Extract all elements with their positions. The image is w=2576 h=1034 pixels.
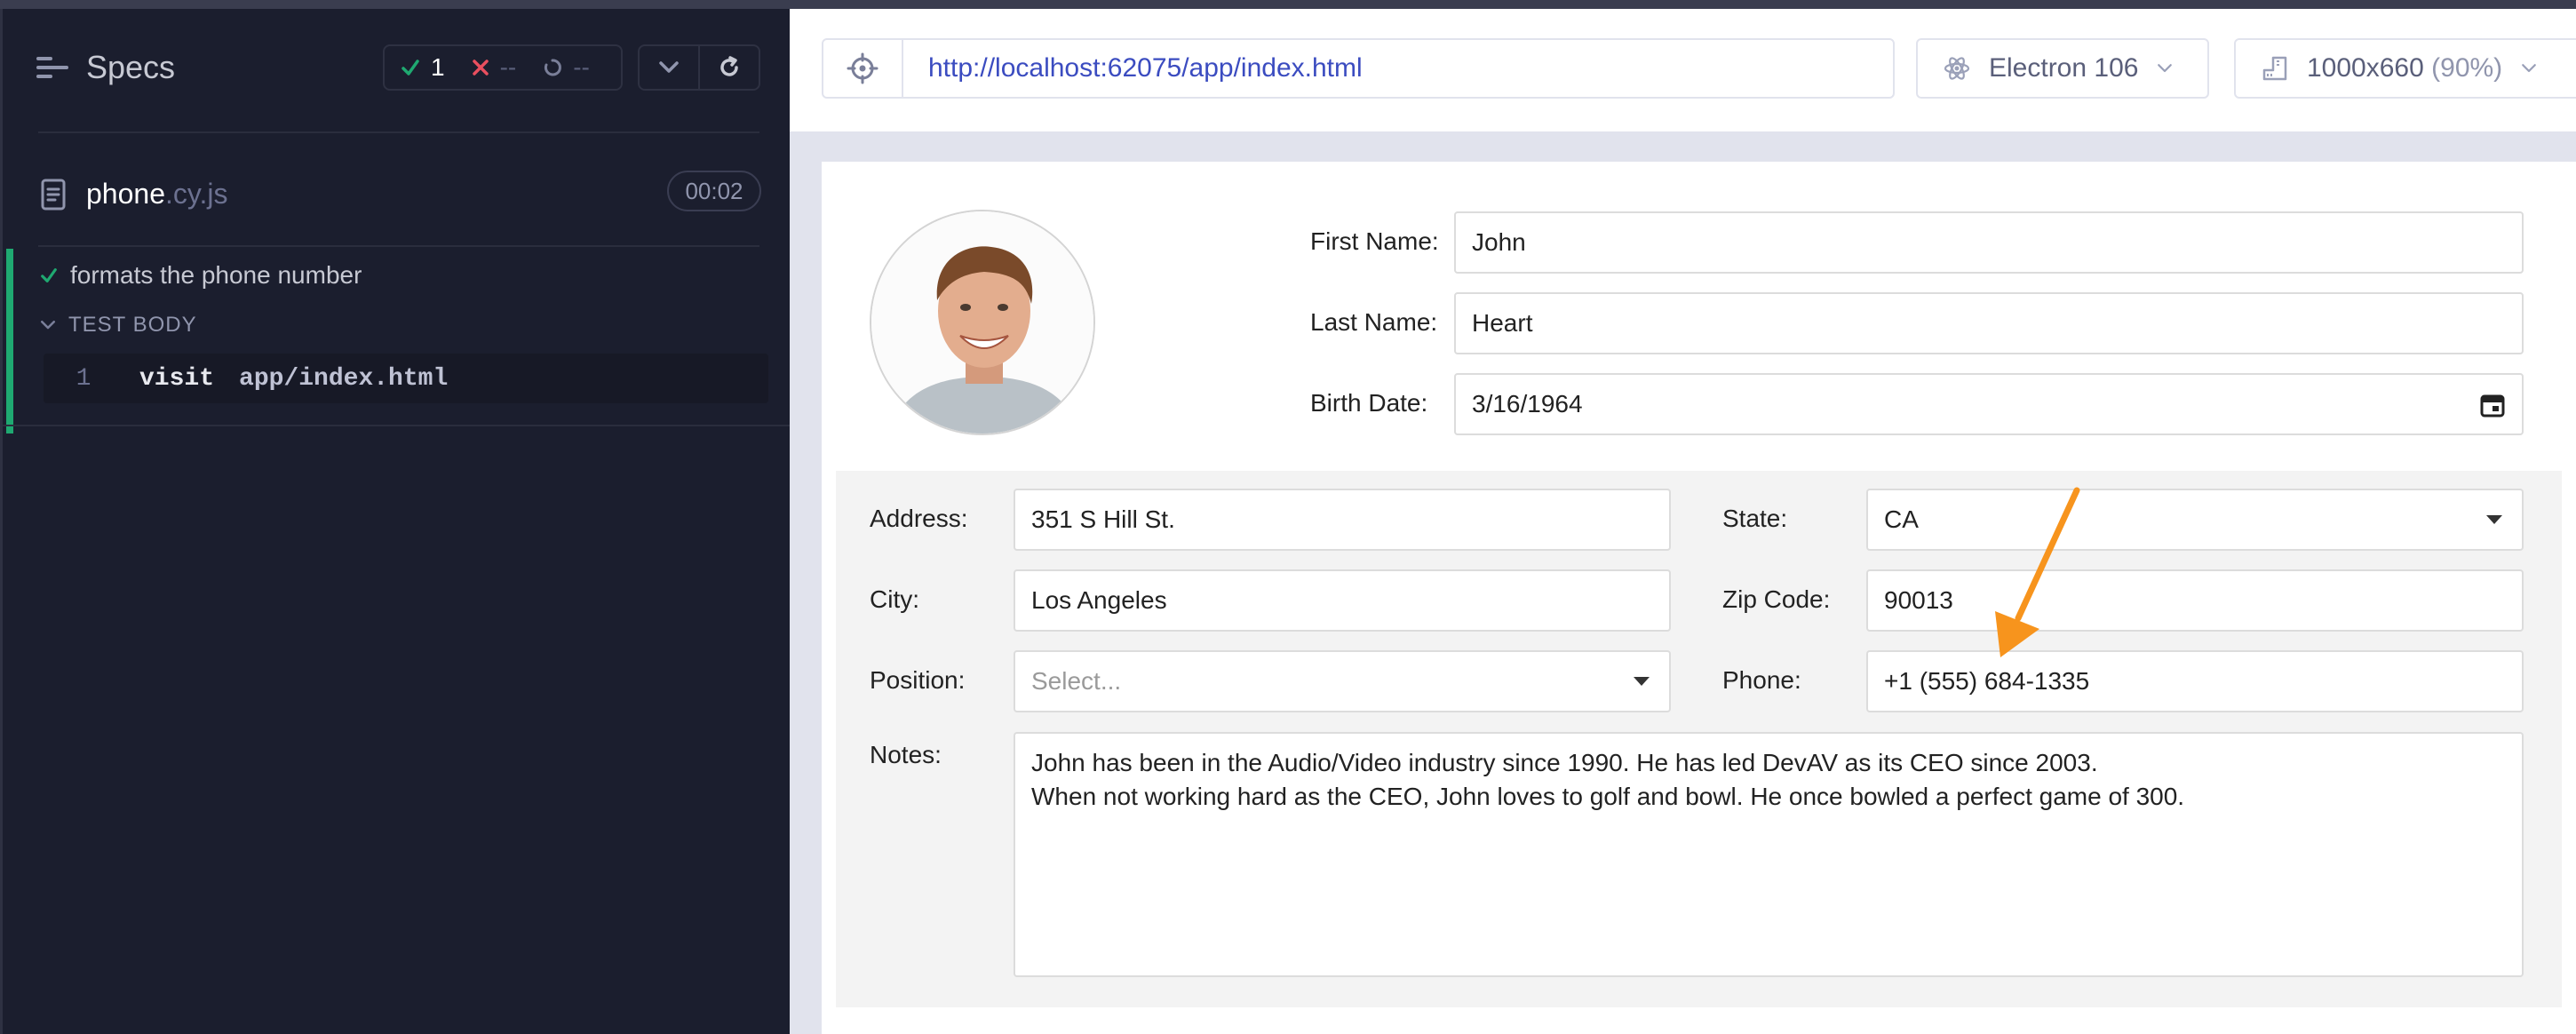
first-name-input[interactable]: John [1454, 211, 2524, 274]
selector-playground-button[interactable] [823, 40, 903, 97]
chevron-down-icon [2522, 64, 2537, 73]
app-under-test-panel: http://localhost:62075/app/index.html El… [790, 9, 2576, 1034]
failed-count: -- [499, 53, 517, 81]
divider [38, 245, 759, 247]
state-select[interactable]: CA [1866, 489, 2524, 551]
ruler-icon [2262, 56, 2287, 81]
state-value: CA [1884, 505, 1919, 533]
test-item[interactable]: formats the phone number TEST BODY 1 vis… [6, 249, 792, 433]
aut-header: http://localhost:62075/app/index.html El… [790, 9, 2576, 131]
first-name-label: First Name: [1310, 227, 1439, 255]
city-input[interactable]: Los Angeles [1014, 569, 1671, 632]
reporter-header: Specs 1 -- -- [3, 9, 792, 133]
dropdown-caret-icon [2486, 515, 2502, 524]
state-label: State: [1722, 505, 1788, 532]
notes-textarea[interactable]: John has been in the Audio/Video industr… [1014, 732, 2524, 977]
command-name: visit [139, 364, 215, 393]
employee-photo [870, 210, 1095, 435]
window-top-bar [0, 0, 2576, 9]
birth-date-label: Birth Date: [1310, 389, 1428, 417]
reporter-controls [638, 44, 760, 91]
address-section: Address: 351 S Hill St. State: CA City: … [836, 471, 2562, 1007]
phone-input[interactable]: +1 (555) 684-1335 [1866, 650, 2524, 712]
check-icon [41, 268, 57, 282]
cypress-reporter: Specs 1 -- -- phone.cy.js 00:02 formats … [0, 9, 792, 1034]
last-name-input[interactable]: Heart [1454, 292, 2524, 354]
position-select[interactable]: Select... [1014, 650, 1671, 712]
address-label: Address: [870, 505, 968, 532]
check-icon [402, 60, 419, 76]
birth-date-value: 3/16/1964 [1472, 390, 1583, 418]
pending-stat: -- [543, 53, 590, 82]
viewport-size: 1000x660 [2307, 53, 2424, 83]
passed-stat: 1 [401, 53, 445, 82]
chevron-down-icon [659, 61, 679, 73]
test-title: formats the phone number [70, 261, 362, 289]
viewport-scale: (90%) [2431, 53, 2503, 83]
birth-date-input[interactable]: 3/16/1964 [1454, 373, 2524, 435]
calendar-icon[interactable] [2479, 392, 2506, 418]
spec-extension: .cy.js [164, 178, 228, 210]
position-label: Position: [870, 666, 966, 694]
phone-label: Phone: [1722, 666, 1801, 694]
specs-menu-icon [36, 55, 68, 80]
url-bar[interactable]: http://localhost:62075/app/index.html [822, 38, 1895, 99]
notes-label: Notes: [870, 741, 942, 768]
crosshair-icon [847, 52, 879, 84]
position-placeholder: Select... [1031, 667, 1122, 695]
x-icon [472, 60, 489, 76]
chevron-down-icon [40, 320, 56, 330]
spec-duration: 00:02 [667, 171, 761, 211]
collapse-button[interactable] [640, 46, 698, 89]
command-row[interactable]: 1 visit app/index.html [44, 354, 768, 403]
specs-label: Specs [86, 49, 176, 85]
spec-file[interactable]: phone.cy.js [40, 178, 228, 211]
browser-selector[interactable]: Electron 106 [1916, 38, 2209, 99]
viewport-info[interactable]: 1000x660 (90%) [2234, 38, 2576, 99]
test-stats: 1 -- -- [383, 44, 623, 91]
app-iframe: First Name: John Last Name: Heart Birth … [822, 162, 2576, 1034]
url-text[interactable]: http://localhost:62075/app/index.html [928, 53, 1363, 84]
electron-icon [1944, 57, 1970, 80]
file-icon [41, 179, 66, 210]
refresh-icon [720, 56, 738, 76]
specs-button[interactable]: Specs [36, 49, 175, 86]
test-title-row[interactable]: formats the phone number [40, 261, 362, 290]
browser-name: Electron 106 [1989, 53, 2139, 83]
city-label: City: [870, 585, 919, 613]
test-body-label: TEST BODY [68, 313, 197, 337]
last-name-label: Last Name: [1310, 308, 1438, 336]
dropdown-caret-icon [1634, 677, 1650, 686]
pending-spinner-icon [545, 59, 562, 76]
zip-input[interactable]: 90013 [1866, 569, 2524, 632]
passed-count: 1 [431, 53, 445, 81]
failed-stat: -- [472, 53, 517, 82]
pending-count: -- [573, 53, 590, 81]
test-body-toggle[interactable]: TEST BODY [40, 313, 197, 338]
spec-name: phone [86, 178, 165, 210]
rerun-button[interactable] [698, 46, 759, 89]
command-argument: app/index.html [239, 364, 449, 393]
zip-label: Zip Code: [1722, 585, 1831, 613]
divider [3, 425, 792, 426]
command-number: 1 [76, 364, 91, 393]
address-input[interactable]: 351 S Hill St. [1014, 489, 1671, 551]
spec-file-row: phone.cy.js 00:02 [3, 133, 792, 245]
chevron-down-icon [2158, 64, 2173, 73]
